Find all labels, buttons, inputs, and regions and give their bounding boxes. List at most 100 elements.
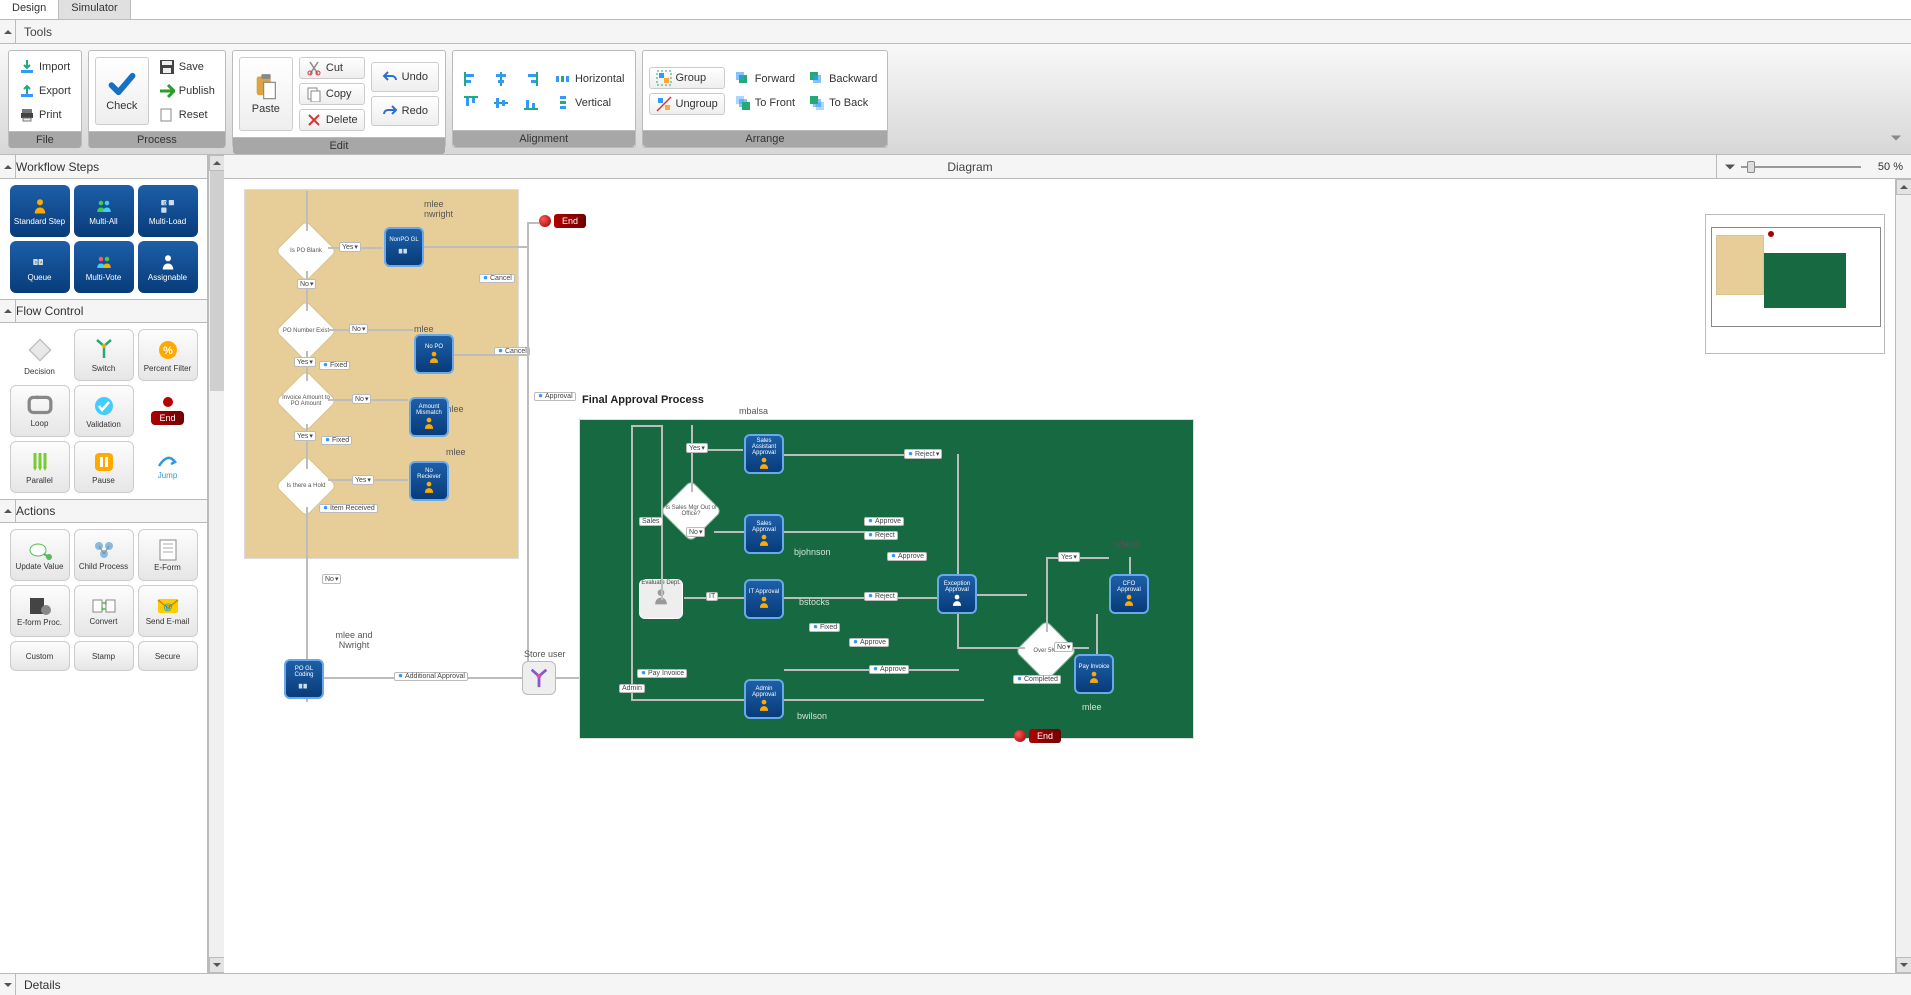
align-top-button[interactable]: [459, 93, 483, 113]
step-node[interactable]: Amount Mismatch: [409, 397, 449, 437]
connector-tag[interactable]: Approve: [849, 638, 889, 647]
scroll-down-icon[interactable]: [209, 957, 225, 973]
collapse-workflow-icon[interactable]: [0, 155, 16, 179]
palette-multi-all[interactable]: Multi-All: [74, 185, 134, 237]
connector-tag[interactable]: No▾: [352, 394, 371, 404]
step-node[interactable]: Pay Invoice: [1074, 654, 1114, 694]
connector-tag[interactable]: Fixed: [319, 361, 350, 370]
step-node[interactable]: IT Approval: [744, 579, 784, 619]
connector-tag[interactable]: Fixed: [321, 436, 352, 445]
section-flow-control[interactable]: Flow Control: [0, 299, 207, 323]
forward-button[interactable]: Forward: [731, 69, 799, 89]
connector-tag[interactable]: No▾: [297, 279, 316, 289]
palette-switch[interactable]: Switch: [74, 329, 134, 381]
undo-button[interactable]: Undo: [371, 62, 439, 92]
sidebar-scrollbar[interactable]: [208, 155, 224, 973]
connector-tag[interactable]: Yes▾: [339, 242, 361, 252]
connector-tag[interactable]: Item Received: [319, 504, 378, 513]
palette-percent-filter[interactable]: %Percent Filter: [138, 329, 198, 381]
palette-end[interactable]: End: [138, 385, 198, 437]
minimap-viewport[interactable]: [1711, 227, 1881, 327]
palette-assignable[interactable]: Assignable: [138, 241, 198, 293]
palette-standard-step[interactable]: Standard Step: [10, 185, 70, 237]
switch-node[interactable]: [522, 661, 556, 695]
palette-multi-load[interactable]: DMulti-Load: [138, 185, 198, 237]
tab-design[interactable]: Design: [0, 0, 59, 19]
reset-button[interactable]: Reset: [155, 105, 219, 125]
align-left-button[interactable]: [459, 69, 483, 89]
align-bottom-button[interactable]: [519, 93, 543, 113]
palette-update-value[interactable]: Update Value: [10, 529, 70, 581]
distribute-horizontal-button[interactable]: Horizontal: [551, 69, 629, 89]
canvas-v-scrollbar[interactable]: [1895, 179, 1911, 973]
to-front-button[interactable]: To Front: [731, 93, 799, 113]
ungroup-button[interactable]: Ungroup: [649, 93, 725, 115]
group-button[interactable]: Group: [649, 67, 725, 89]
step-node[interactable]: Sales Assistant Approval: [744, 434, 784, 474]
expand-details-icon[interactable]: [0, 973, 16, 995]
zoom-dropdown-icon[interactable]: [1725, 162, 1735, 172]
backward-button[interactable]: Backward: [805, 69, 881, 89]
step-node[interactable]: PO GL Coding: [284, 659, 324, 699]
ribbon-expand-icon[interactable]: [1889, 130, 1903, 148]
to-back-button[interactable]: To Back: [805, 93, 881, 113]
palette-pause[interactable]: Pause: [74, 441, 134, 493]
minimap[interactable]: [1705, 214, 1885, 354]
scrollbar-thumb[interactable]: [210, 171, 224, 391]
step-node[interactable]: NonPO GL: [384, 227, 424, 267]
diagram-canvas[interactable]: mlee nwright mlee mlee mlee Is PO Blank …: [224, 179, 1895, 973]
step-node[interactable]: No Reciever: [409, 461, 449, 501]
connector-tag[interactable]: Approve: [869, 665, 909, 674]
connector-tag[interactable]: Cancel: [479, 274, 515, 283]
connector-tag[interactable]: Additional Approval: [394, 672, 468, 681]
connector-tag[interactable]: No▾: [686, 527, 705, 537]
connector-tag[interactable]: Sales: [639, 517, 663, 526]
palette-eform[interactable]: E-Form: [138, 529, 198, 581]
palette-stamp[interactable]: Stamp: [74, 641, 134, 671]
step-node[interactable]: CFO Approval: [1109, 574, 1149, 614]
connector-tag[interactable]: Approve: [887, 552, 927, 561]
paste-button[interactable]: Paste: [239, 57, 293, 131]
palette-eform-proc[interactable]: E-form Proc.: [10, 585, 70, 637]
palette-jump[interactable]: Jump: [138, 441, 198, 493]
collapse-flow-icon[interactable]: [0, 299, 16, 323]
collapse-tools-icon[interactable]: [0, 20, 16, 44]
connector-tag[interactable]: Reject: [864, 592, 898, 601]
section-actions[interactable]: Actions: [0, 499, 207, 523]
palette-multi-vote[interactable]: Multi-Vote: [74, 241, 134, 293]
connector-tag[interactable]: Pay Invoice: [637, 669, 687, 678]
connector-tag[interactable]: Yes▾: [294, 431, 316, 441]
connector-tag[interactable]: No▾: [349, 324, 368, 334]
align-center-v-button[interactable]: [489, 69, 513, 89]
connector-tag[interactable]: Yes▾: [1058, 552, 1080, 562]
palette-child-process[interactable]: Child Process: [74, 529, 134, 581]
connector-tag[interactable]: Fixed: [809, 623, 840, 632]
tab-simulator[interactable]: Simulator: [59, 0, 130, 19]
palette-loop[interactable]: Loop: [10, 385, 70, 437]
step-node[interactable]: Exception Approval: [937, 574, 977, 614]
zoom-slider[interactable]: [1741, 160, 1861, 174]
step-node[interactable]: Admin Approval: [744, 679, 784, 719]
cut-button[interactable]: Cut: [299, 57, 365, 79]
align-center-h-button[interactable]: [489, 93, 513, 113]
palette-convert[interactable]: Convert: [74, 585, 134, 637]
connector-tag[interactable]: IT: [706, 592, 718, 601]
copy-button[interactable]: Copy: [299, 83, 365, 105]
palette-send-email[interactable]: @Send E-mail: [138, 585, 198, 637]
scroll-down-icon[interactable]: [1896, 957, 1911, 973]
align-right-button[interactable]: [519, 69, 543, 89]
redo-button[interactable]: Redo: [371, 96, 439, 126]
connector-tag[interactable]: Yes▾: [352, 475, 374, 485]
import-button[interactable]: Import: [15, 57, 75, 77]
scroll-up-icon[interactable]: [209, 155, 225, 171]
print-button[interactable]: Print: [15, 105, 75, 125]
publish-button[interactable]: Publish: [155, 81, 219, 101]
palette-validation[interactable]: Validation: [74, 385, 134, 437]
step-node[interactable]: Sales Approval: [744, 514, 784, 554]
save-button[interactable]: Save: [155, 57, 219, 77]
connector-tag[interactable]: Completed: [1013, 675, 1061, 684]
end-node[interactable]: End: [539, 214, 586, 228]
palette-custom[interactable]: Custom: [10, 641, 70, 671]
zoom-slider-knob[interactable]: [1747, 161, 1755, 173]
palette-queue[interactable]: DAQueue: [10, 241, 70, 293]
